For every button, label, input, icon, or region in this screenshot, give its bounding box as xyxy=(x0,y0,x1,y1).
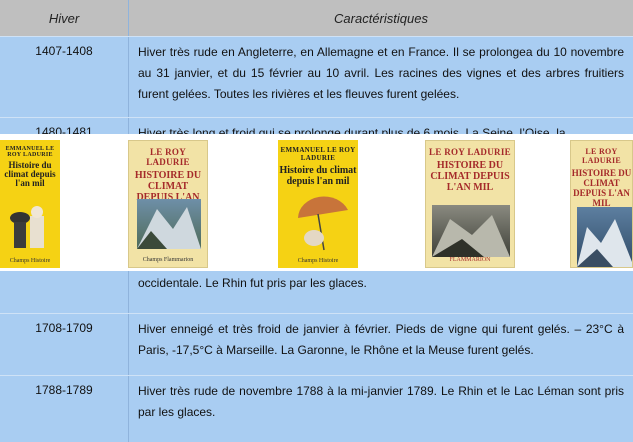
book-cover-2: LE ROY LADURIE HISTOIRE DU CLIMAT DEPUIS… xyxy=(128,140,208,268)
illustration-glacier xyxy=(577,207,632,267)
row-text: Hiver enneigé et très froid de janvier à… xyxy=(138,322,624,357)
book-publisher: FLAMMARION xyxy=(449,257,491,263)
row-year: 1708-1709 xyxy=(0,314,129,376)
book-publisher: Champs Histoire xyxy=(9,258,51,264)
table-row: occidentale. Le Rhin fut pris par les gl… xyxy=(0,270,633,313)
illustration-parasol xyxy=(298,196,348,251)
book-author: LE ROY LADURIE xyxy=(582,147,621,165)
book-publisher: Champs Histoire xyxy=(297,258,339,264)
illustration-landscape xyxy=(137,199,201,249)
book-title: HISTOIRE DU CLIMAT DEPUIS L'AN MIL xyxy=(430,160,510,193)
book-title: Histoire du climat depuis l'an mil xyxy=(279,165,357,187)
book-author: LE ROY LADURIE xyxy=(146,147,190,167)
illustration-valley xyxy=(432,205,510,257)
book-cover-3: EMMANUEL LE ROY LADURIE Histoire du clim… xyxy=(278,140,358,268)
header-caracteristiques: Caractéristiques xyxy=(334,10,428,26)
book-title: HISTOIRE DU CLIMAT DEPUIS L'AN MIL xyxy=(571,168,632,208)
header-hiver: Hiver xyxy=(0,0,129,36)
table-row: 1708-1709 Hiver enneigé et très froid de… xyxy=(0,313,633,376)
book-author: EMMANUEL LE ROY LADURIE xyxy=(280,146,356,162)
book-cover-1: EMMANUEL LE ROY LADURIE Histoire du clim… xyxy=(0,140,60,268)
book-cover-4: LE ROY LADURIE HISTOIRE DU CLIMAT DEPUIS… xyxy=(425,140,515,268)
book-author: LE ROY LADURIE xyxy=(429,147,511,157)
row-year xyxy=(0,270,129,313)
illustration-figures xyxy=(10,206,44,248)
table-row: 1407-1408 Hiver très rude en Angleterre,… xyxy=(0,36,633,125)
row-year: 1788-1789 xyxy=(0,376,129,442)
book-author: EMMANUEL LE ROY LADURIE xyxy=(5,146,55,158)
book-title: Histoire du climat depuis l'an mil xyxy=(4,160,56,188)
table-header: Hiver Caractéristiques xyxy=(0,0,633,36)
book-covers-strip: EMMANUEL LE ROY LADURIE Histoire du clim… xyxy=(0,134,633,271)
book-publisher: Champs Flammarion xyxy=(142,257,194,263)
row-text: occidentale. Le Rhin fut pris par les gl… xyxy=(138,276,367,290)
row-text: Hiver très rude de novembre 1788 à la mi… xyxy=(138,384,624,419)
row-text: Hiver très rude en Angleterre, en Allema… xyxy=(138,45,624,101)
row-year: 1407-1408 xyxy=(0,37,129,125)
table-row: 1788-1789 Hiver très rude de novembre 17… xyxy=(0,375,633,442)
book-cover-5: LE ROY LADURIE HISTOIRE DU CLIMAT DEPUIS… xyxy=(570,140,633,268)
